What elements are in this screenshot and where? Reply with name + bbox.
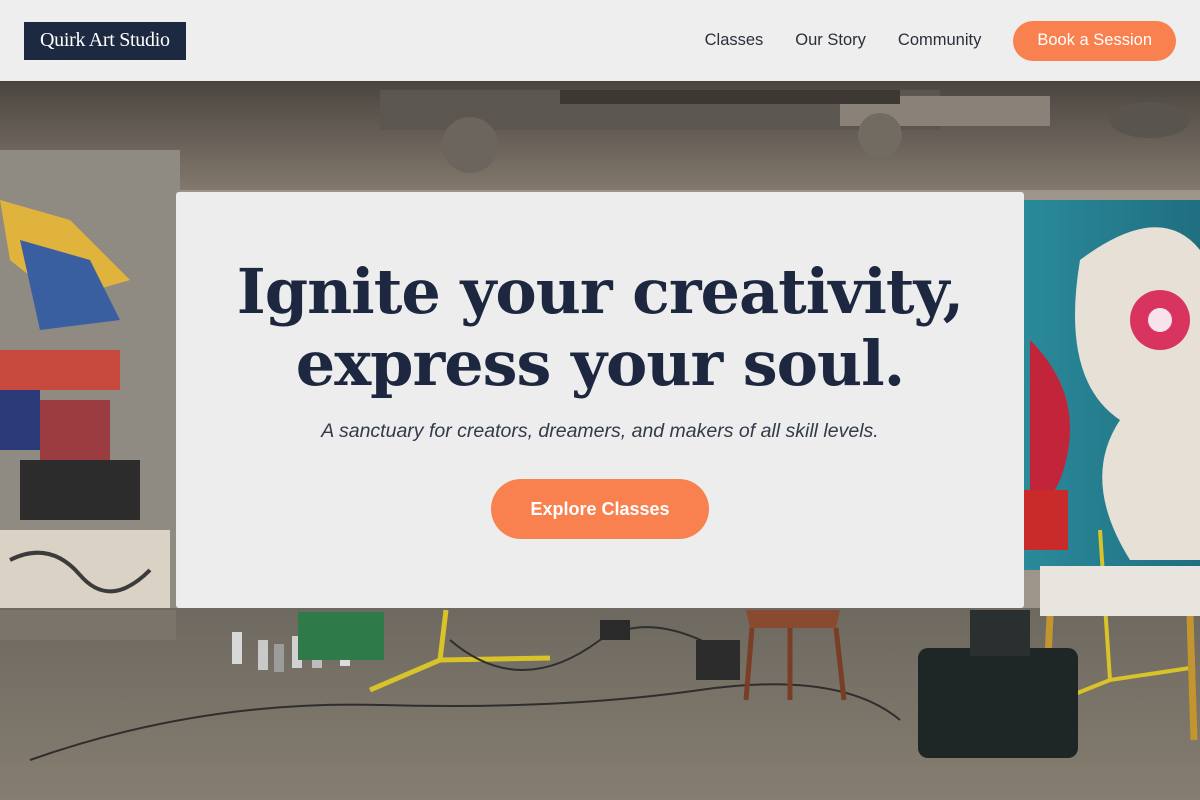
hero-title: Ignite your creativity, express your sou…: [236, 255, 964, 400]
nav-link-classes[interactable]: Classes: [705, 31, 764, 50]
book-session-button[interactable]: Book a Session: [1013, 20, 1176, 61]
logo-text: Quirk Art Studio: [40, 28, 170, 51]
main-nav: Classes Our Story Community Book a Sessi…: [673, 20, 1176, 61]
hero-title-line-2: express your soul.: [295, 327, 905, 400]
nav-link-community[interactable]: Community: [898, 31, 981, 50]
site-header: Quirk Art Studio Classes Our Story Commu…: [0, 0, 1200, 81]
hero-subtitle: A sanctuary for creators, dreamers, and …: [321, 420, 879, 442]
explore-classes-button[interactable]: Explore Classes: [491, 479, 709, 539]
hero-title-line-1: Ignite your creativity,: [236, 255, 964, 328]
hero-card: Ignite your creativity, express your sou…: [176, 192, 1024, 608]
nav-link-our-story[interactable]: Our Story: [795, 31, 866, 50]
logo[interactable]: Quirk Art Studio: [24, 21, 186, 60]
